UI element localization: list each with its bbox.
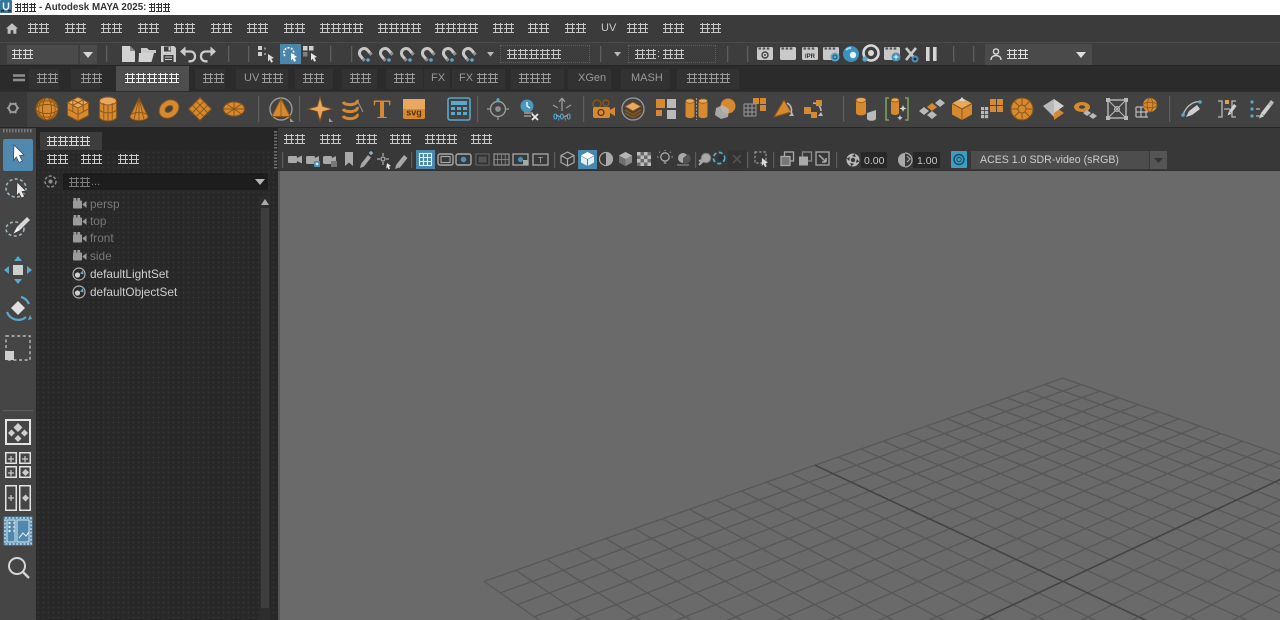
svg-text:T: T (538, 155, 543, 165)
